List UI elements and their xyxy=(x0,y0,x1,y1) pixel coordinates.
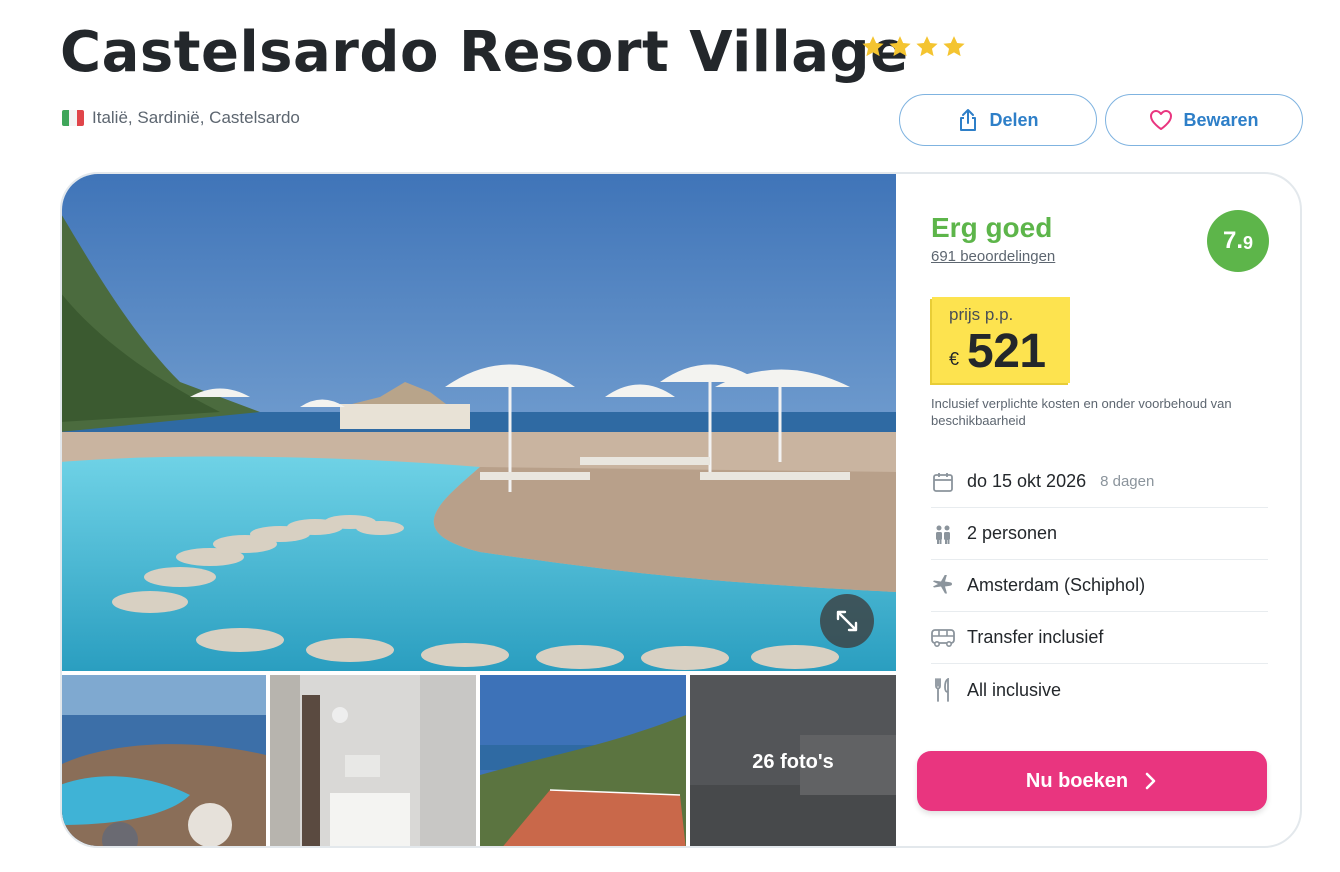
departure-airport: Amsterdam (Schiphol) xyxy=(967,575,1146,595)
price-label: prijs p.p. xyxy=(949,305,1014,324)
star-icon xyxy=(943,36,965,57)
rating-score-badge: 7. 9 xyxy=(1207,210,1269,272)
hotel-card: 26 foto's Erg goed 691 beoordelingen 7. 9… xyxy=(60,172,1302,848)
chevron-right-icon xyxy=(1145,772,1156,790)
detail-persons[interactable]: 2 personen xyxy=(931,508,1268,560)
score-decimal: 9 xyxy=(1243,232,1254,253)
location: Italië, Sardinië, Castelsardo xyxy=(62,108,300,128)
persons-icon xyxy=(931,522,955,546)
trip-details: do 15 okt 2026 8 dagen 2 personen Amster… xyxy=(931,456,1268,716)
heart-icon xyxy=(1150,110,1173,130)
share-label: Delen xyxy=(989,109,1039,130)
location-text: Italië, Sardinië, Castelsardo xyxy=(92,108,300,127)
star-icon xyxy=(916,36,938,57)
star-rating xyxy=(860,34,967,60)
book-now-label: Nu boeken xyxy=(1025,769,1129,792)
calendar-icon xyxy=(931,470,955,494)
thumbnail-tennis[interactable] xyxy=(480,675,686,846)
photo-count-label: 26 foto's xyxy=(690,675,896,846)
cutlery-icon xyxy=(931,678,955,702)
trip-duration: 8 dagen xyxy=(1100,473,1155,490)
price-note: Inclusief verplichte kosten en onder voo… xyxy=(931,396,1232,428)
thumbnail-strip: 26 foto's xyxy=(62,675,896,846)
board-type: All inclusive xyxy=(967,679,1062,700)
star-icon xyxy=(889,36,911,57)
hotel-title: Castelsardo Resort Village xyxy=(60,20,909,85)
price-amount: 521 xyxy=(967,325,1046,378)
aerial-pool-image xyxy=(62,675,266,846)
thumbnail-more-photos[interactable]: 26 foto's xyxy=(690,675,896,846)
detail-transfer[interactable]: Transfer inclusief xyxy=(931,612,1268,664)
rating-label: Erg goed xyxy=(931,212,1053,243)
airplane-icon xyxy=(931,574,955,598)
departure-date: do 15 okt 2026 xyxy=(967,471,1087,491)
main-photo[interactable] xyxy=(62,174,896,671)
transfer-info: Transfer inclusief xyxy=(967,627,1104,647)
save-label: Bewaren xyxy=(1183,109,1259,130)
book-now-button[interactable]: Nu boeken xyxy=(917,751,1267,811)
tennis-court-image xyxy=(480,675,686,846)
share-icon xyxy=(960,109,977,131)
share-button[interactable]: Delen xyxy=(899,94,1097,146)
thumbnail-room[interactable] xyxy=(270,675,476,846)
score-main: 7. xyxy=(1222,227,1243,254)
expand-icon xyxy=(836,610,858,632)
detail-date[interactable]: do 15 okt 2026 8 dagen xyxy=(931,456,1268,508)
price-currency: € xyxy=(949,349,960,369)
reviews-link[interactable]: 691 beoordelingen xyxy=(931,248,1055,265)
detail-board[interactable]: All inclusive xyxy=(931,664,1268,716)
persons-count: 2 personen xyxy=(967,523,1058,543)
thumbnail-aerial[interactable] xyxy=(62,675,266,846)
star-icon xyxy=(862,36,884,57)
detail-departure[interactable]: Amsterdam (Schiphol) xyxy=(931,560,1268,612)
save-button[interactable]: Bewaren xyxy=(1105,94,1303,146)
bedroom-image xyxy=(270,675,476,846)
bus-icon xyxy=(931,626,955,650)
expand-gallery-button[interactable] xyxy=(820,594,874,648)
price-tag: prijs p.p. € 521 xyxy=(932,297,1070,383)
pool-photo-image xyxy=(62,174,896,671)
booking-panel: Erg goed 691 beoordelingen 7. 9 prijs p.p… xyxy=(896,174,1300,846)
italy-flag-icon xyxy=(62,110,84,126)
